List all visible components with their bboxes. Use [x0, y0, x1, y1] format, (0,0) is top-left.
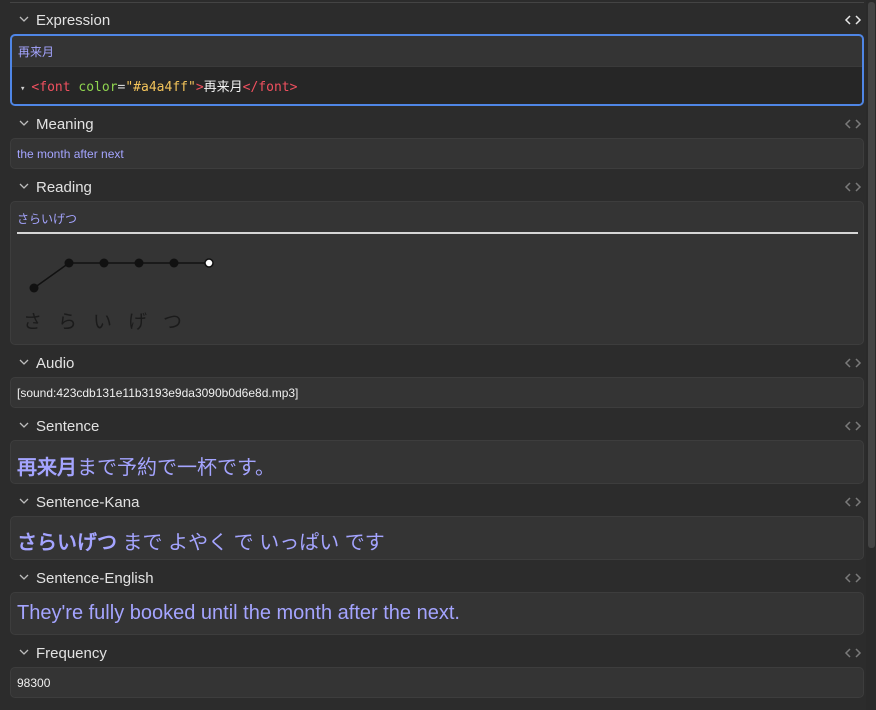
field-label: Sentence-Kana: [36, 494, 140, 511]
field-label: Meaning: [36, 116, 94, 133]
mora: げ: [128, 312, 148, 333]
scrollbar[interactable]: [866, 0, 876, 710]
sentence-kana-editor[interactable]: さらいげつ まで よやく で いっぱい です: [10, 516, 864, 560]
field-header: Reading: [10, 176, 864, 200]
html-code-line[interactable]: ▾ <font color="#a4a4ff">再来月</font>: [20, 76, 297, 95]
field-value[interactable]: the month after next: [17, 147, 124, 161]
sentence-editor[interactable]: 再来月まで予約で一杯です。: [10, 440, 864, 484]
html-editor[interactable]: ▾ <font color="#a4a4ff">再来月</font>: [12, 66, 862, 104]
sentence-english-editor[interactable]: They're fully booked until the month aft…: [10, 592, 864, 635]
mora: ら: [58, 312, 78, 333]
pitch-accent-graph: [29, 258, 214, 293]
field-label: Sentence: [36, 418, 100, 435]
html-end-tag: </font>: [242, 80, 298, 95]
scrollbar-thumb[interactable]: [868, 2, 875, 548]
field-sentence: Sentence 再来月まで予約で一杯です。: [10, 415, 864, 484]
pitch-particle-dot: [204, 258, 214, 268]
field-label: Reading: [36, 179, 92, 196]
field-header: Meaning: [10, 113, 864, 137]
chevron-down-icon[interactable]: [18, 117, 30, 129]
meaning-editor[interactable]: the month after next: [10, 138, 864, 169]
field-expression: Expression 再来月 ▾ <font color="#a4a4ff">再来…: [10, 9, 864, 106]
code-toggle-icon[interactable]: [844, 356, 862, 370]
field-value[interactable]: 再来月: [18, 43, 54, 60]
code-toggle-icon[interactable]: [844, 117, 862, 131]
bold-term: 再来月: [17, 457, 77, 479]
frequency-editor[interactable]: 98300: [10, 667, 864, 698]
field-header: Sentence-Kana: [10, 491, 864, 515]
expression-editor[interactable]: 再来月 ▾ <font color="#a4a4ff">再来月</font>: [10, 34, 864, 106]
code-toggle-icon[interactable]: [844, 13, 862, 27]
code-toggle-icon[interactable]: [844, 571, 862, 585]
field-header: Expression: [10, 9, 864, 33]
field-header: Sentence: [10, 415, 864, 439]
sentence-rest: まで よやく で いっぱい です: [117, 532, 385, 554]
pitch-line: [33, 262, 70, 289]
pitch-dot: [64, 258, 74, 268]
field-value[interactable]: 98300: [17, 676, 50, 690]
chevron-down-icon[interactable]: [18, 356, 30, 368]
pitch-morae: さ ら い げ つ: [23, 307, 198, 334]
code-toggle-icon[interactable]: [844, 419, 862, 433]
audio-editor[interactable]: [sound:423cdb131e11b3193e9da3090b0d6e8d.…: [10, 377, 864, 408]
html-attr-value: "#a4a4ff": [125, 80, 196, 95]
field-meaning: Meaning the month after next: [10, 113, 864, 169]
bold-term: さらいげつ: [17, 532, 117, 554]
collapse-triangle-icon[interactable]: ▾: [20, 84, 25, 94]
field-sentence-english: Sentence-English They're fully booked un…: [10, 567, 864, 635]
pitch-dot: [29, 283, 39, 293]
reading-editor[interactable]: さらいげつ さ ら い げ つ: [10, 201, 864, 345]
field-reading: Reading さらいげつ さ ら い げ つ: [10, 176, 864, 345]
pitch-dot: [99, 258, 109, 268]
mora: さ: [23, 312, 43, 333]
mora: つ: [163, 312, 183, 333]
code-toggle-icon[interactable]: [844, 495, 862, 509]
chevron-down-icon[interactable]: [18, 180, 30, 192]
note-editor: Expression 再来月 ▾ <font color="#a4a4ff">再来…: [0, 0, 876, 710]
html-bracket: >: [195, 80, 204, 95]
field-sentence-kana: Sentence-Kana さらいげつ まで よやく で いっぱい です: [10, 491, 864, 560]
field-header: Frequency: [10, 642, 864, 666]
field-label: Audio: [36, 355, 75, 372]
code-toggle-icon[interactable]: [844, 180, 862, 194]
reading-divider: [17, 232, 858, 234]
field-value[interactable]: 再来月まで予約で一杯です。: [17, 451, 275, 480]
code-toggle-icon[interactable]: [844, 646, 862, 660]
field-header: Audio: [10, 352, 864, 376]
field-label: Expression: [36, 12, 111, 29]
chevron-down-icon[interactable]: [18, 495, 30, 507]
field-value[interactable]: They're fully booked until the month aft…: [17, 602, 460, 625]
top-divider: [10, 2, 864, 3]
field-label: Sentence-English: [36, 570, 154, 587]
chevron-down-icon[interactable]: [18, 419, 30, 431]
field-value[interactable]: さらいげつ: [17, 210, 77, 227]
mora: い: [93, 312, 113, 333]
html-text: 再来月: [203, 80, 243, 95]
sentence-rest: まで予約で一杯です。: [77, 457, 275, 479]
chevron-down-icon[interactable]: [18, 13, 30, 25]
pitch-dot: [134, 258, 144, 268]
html-open-tag: <font: [31, 80, 71, 95]
field-header: Sentence-English: [10, 567, 864, 591]
field-audio: Audio [sound:423cdb131e11b3193e9da3090b0…: [10, 352, 864, 408]
html-attr-name: color: [78, 80, 118, 95]
chevron-down-icon[interactable]: [18, 571, 30, 583]
field-frequency: Frequency 98300: [10, 642, 864, 698]
field-value[interactable]: さらいげつ まで よやく で いっぱい です: [17, 526, 385, 555]
field-value[interactable]: [sound:423cdb131e11b3193e9da3090b0d6e8d.…: [17, 386, 298, 400]
pitch-dot: [169, 258, 179, 268]
chevron-down-icon[interactable]: [18, 646, 30, 658]
field-label: Frequency: [36, 645, 107, 662]
